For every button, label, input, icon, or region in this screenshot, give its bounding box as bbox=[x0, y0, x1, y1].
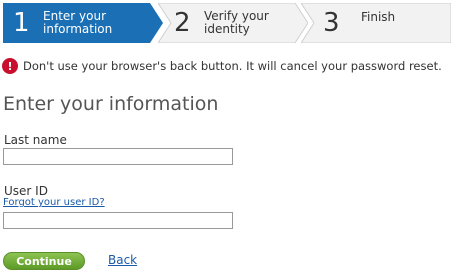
step-finish: 3 Finish bbox=[301, 3, 451, 43]
user-id-input[interactable] bbox=[3, 212, 233, 229]
progress-stepper: 1 Enter your information 2 Verify your i… bbox=[3, 3, 451, 43]
step-1-number: 1 bbox=[13, 8, 30, 38]
last-name-label: Last name bbox=[4, 133, 67, 147]
step-2-label-line2: identity bbox=[204, 22, 250, 36]
step-2-label: Verify your identity bbox=[204, 10, 269, 36]
continue-button[interactable]: Continue bbox=[3, 252, 85, 270]
step-1-label-line1: Enter your bbox=[43, 9, 107, 23]
user-id-label: User ID bbox=[4, 184, 48, 198]
back-button-warning: ! Don't use your browser's back button. … bbox=[2, 58, 442, 74]
step-1-label-line2: information bbox=[43, 22, 113, 36]
step-3-label: Finish bbox=[361, 10, 396, 24]
last-name-input[interactable] bbox=[3, 148, 233, 165]
back-link[interactable]: Back bbox=[108, 253, 137, 267]
page-title: Enter your information bbox=[3, 93, 219, 115]
step-verify-identity: 2 Verify your identity bbox=[158, 3, 308, 43]
step-2-number: 2 bbox=[174, 8, 191, 38]
step-2-label-line1: Verify your bbox=[204, 9, 269, 23]
step-1-label: Enter your information bbox=[43, 10, 112, 36]
step-3-number: 3 bbox=[323, 8, 340, 38]
warning-text: Don't use your browser's back button. It… bbox=[23, 59, 442, 73]
forgot-user-id-link[interactable]: Forgot your user ID? bbox=[3, 197, 105, 208]
step-enter-information: 1 Enter your information bbox=[3, 3, 163, 43]
error-icon: ! bbox=[2, 58, 18, 74]
